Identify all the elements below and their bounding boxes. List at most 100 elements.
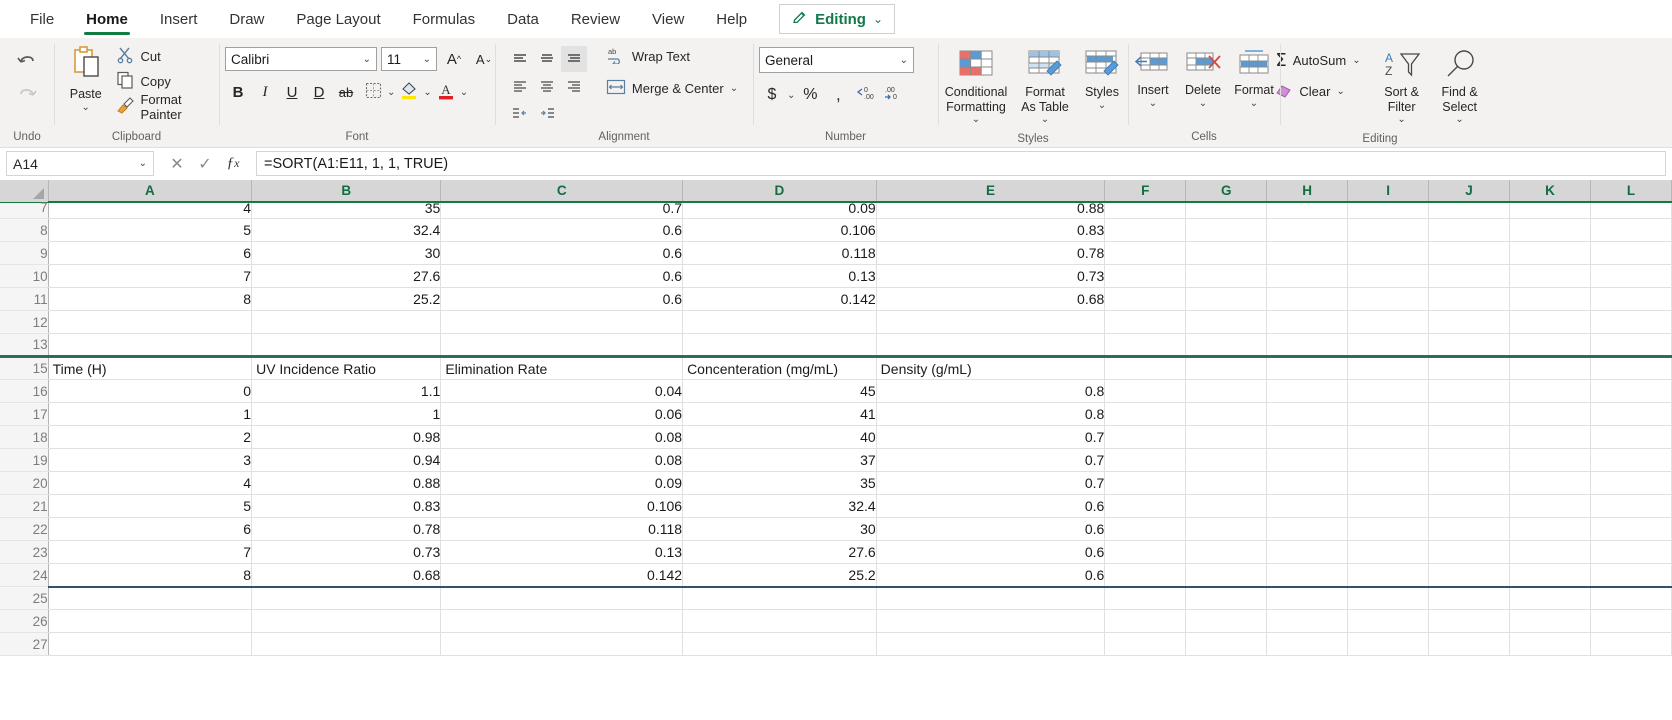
sheet-cell[interactable]: 1 bbox=[251, 402, 442, 426]
sheet-cell[interactable]: 0.6 bbox=[440, 241, 684, 265]
sheet-cell[interactable]: UV Incidence Ratio bbox=[251, 355, 442, 380]
sheet-cell[interactable]: 0.08 bbox=[440, 425, 684, 449]
find-select-button[interactable]: Find & Select ⌄ bbox=[1432, 46, 1488, 129]
sheet-cell-empty[interactable] bbox=[1104, 355, 1187, 380]
sheet-cell-empty[interactable] bbox=[251, 586, 442, 610]
sheet-cell-empty[interactable] bbox=[1104, 540, 1187, 564]
sheet-cell-empty[interactable] bbox=[1428, 563, 1510, 588]
sheet-cell-empty[interactable] bbox=[1104, 448, 1187, 472]
sheet-cell-empty[interactable] bbox=[1590, 241, 1672, 265]
row-header[interactable]: 25 bbox=[0, 586, 49, 610]
sheet-cell-empty[interactable] bbox=[1509, 517, 1591, 541]
sheet-cell-empty[interactable] bbox=[1590, 264, 1672, 288]
sheet-cell[interactable]: 4 bbox=[48, 201, 253, 219]
sheet-cell[interactable]: 0.142 bbox=[440, 563, 684, 588]
sheet-cell-empty[interactable] bbox=[1509, 494, 1591, 518]
sheet-cell-empty[interactable] bbox=[682, 632, 877, 656]
sheet-cell[interactable]: 37 bbox=[682, 448, 877, 472]
select-all-corner[interactable] bbox=[0, 180, 49, 203]
sheet-cell-empty[interactable] bbox=[1266, 563, 1349, 588]
sheet-cell-empty[interactable] bbox=[1428, 448, 1510, 472]
chevron-down-icon[interactable]: ⌄ bbox=[1397, 114, 1405, 126]
sheet-cell-empty[interactable] bbox=[440, 586, 684, 610]
tab-insert[interactable]: Insert bbox=[144, 0, 214, 38]
row-header[interactable]: 18 bbox=[0, 425, 49, 449]
sheet-cell-empty[interactable] bbox=[1347, 563, 1430, 588]
sheet-cell-empty[interactable] bbox=[1266, 241, 1349, 265]
sheet-cell-empty[interactable] bbox=[1185, 425, 1268, 449]
column-header-b[interactable]: B bbox=[251, 180, 442, 203]
merge-center-button[interactable]: Merge & Center ⌄ bbox=[603, 76, 741, 101]
sheet-cell[interactable]: 0.8 bbox=[876, 402, 1106, 426]
sheet-cell[interactable]: 0.73 bbox=[876, 264, 1106, 288]
increase-decimal-button[interactable]: 0.00 bbox=[853, 82, 879, 108]
sheet-cell-empty[interactable] bbox=[1185, 609, 1268, 633]
column-header-e[interactable]: E bbox=[876, 180, 1106, 203]
sheet-cell-empty[interactable] bbox=[1509, 287, 1591, 311]
row-header[interactable]: 13 bbox=[0, 333, 49, 357]
sheet-cell-empty[interactable] bbox=[876, 586, 1106, 610]
sheet-cell-empty[interactable] bbox=[1428, 494, 1510, 518]
sheet-cell[interactable]: 1 bbox=[48, 402, 253, 426]
sheet-cell[interactable]: 27.6 bbox=[251, 264, 442, 288]
row-header[interactable]: 20 bbox=[0, 471, 49, 495]
sheet-cell-empty[interactable] bbox=[1347, 632, 1430, 656]
sheet-cell-empty[interactable] bbox=[1590, 402, 1672, 426]
sheet-cell[interactable]: 30 bbox=[682, 517, 877, 541]
sheet-cell[interactable]: 0.6 bbox=[440, 218, 684, 242]
sheet-cell-empty[interactable] bbox=[1347, 402, 1430, 426]
sheet-cell[interactable]: 0.7 bbox=[876, 425, 1106, 449]
sheet-cell-empty[interactable] bbox=[682, 609, 877, 633]
sheet-cell[interactable]: 0.106 bbox=[682, 218, 877, 242]
sheet-cell-empty[interactable] bbox=[1266, 379, 1349, 403]
sheet-cell[interactable]: 32.4 bbox=[682, 494, 877, 518]
row-header[interactable]: 12 bbox=[0, 310, 49, 334]
double-underline-button[interactable]: D bbox=[306, 79, 332, 105]
insert-cells-button[interactable]: Insert ⌄ bbox=[1129, 44, 1177, 112]
sheet-cell-empty[interactable] bbox=[1347, 218, 1430, 242]
sheet-cell-empty[interactable] bbox=[1590, 632, 1672, 656]
sheet-cell-empty[interactable] bbox=[1428, 310, 1510, 334]
sheet-cell[interactable]: 0.6 bbox=[440, 287, 684, 311]
sheet-cell-empty[interactable] bbox=[1347, 517, 1430, 541]
row-header[interactable]: 24 bbox=[0, 563, 49, 587]
sheet-cell-empty[interactable] bbox=[1590, 609, 1672, 633]
sheet-cell-empty[interactable] bbox=[251, 333, 442, 357]
sheet-cell-empty[interactable] bbox=[1185, 355, 1268, 380]
sheet-cell-empty[interactable] bbox=[1347, 264, 1430, 288]
sheet-cell-empty[interactable] bbox=[1104, 563, 1187, 588]
sheet-cell[interactable]: 0.08 bbox=[440, 448, 684, 472]
sheet-cell-empty[interactable] bbox=[1185, 494, 1268, 518]
sheet-cell-empty[interactable] bbox=[1266, 402, 1349, 426]
sheet-cell-empty[interactable] bbox=[1590, 471, 1672, 495]
cancel-x-icon[interactable]: ✕ bbox=[164, 154, 190, 174]
sheet-cell[interactable]: 0.8 bbox=[876, 379, 1106, 403]
sheet-cell-empty[interactable] bbox=[1509, 355, 1591, 380]
sheet-cell-empty[interactable] bbox=[1266, 586, 1349, 610]
sheet-cell-empty[interactable] bbox=[1509, 402, 1591, 426]
sheet-cell-empty[interactable] bbox=[1509, 333, 1591, 357]
confirm-check-icon[interactable]: ✓ bbox=[192, 154, 218, 174]
redo-arrow-icon[interactable] bbox=[15, 83, 39, 110]
sheet-cell[interactable]: Density (g/mL) bbox=[876, 355, 1106, 380]
sheet-cell[interactable]: 0.6 bbox=[876, 540, 1106, 564]
sheet-cell-empty[interactable] bbox=[440, 609, 684, 633]
sheet-cell-empty[interactable] bbox=[1347, 287, 1430, 311]
row-header[interactable]: 23 bbox=[0, 540, 49, 564]
sheet-cell-empty[interactable] bbox=[1347, 333, 1430, 357]
column-header-l[interactable]: L bbox=[1590, 180, 1672, 203]
sheet-cell-empty[interactable] bbox=[1590, 333, 1672, 357]
sheet-cell-empty[interactable] bbox=[1185, 471, 1268, 495]
sheet-cell-empty[interactable] bbox=[1104, 264, 1187, 288]
chevron-down-icon[interactable]: ⌄ bbox=[139, 158, 147, 169]
tab-data[interactable]: Data bbox=[491, 0, 555, 38]
sheet-cell-empty[interactable] bbox=[1185, 448, 1268, 472]
sheet-cell[interactable]: 35 bbox=[682, 471, 877, 495]
sheet-cell-empty[interactable] bbox=[1590, 448, 1672, 472]
sheet-cell-empty[interactable] bbox=[682, 310, 877, 334]
currency-format-button[interactable]: $ bbox=[759, 82, 785, 108]
sheet-cell-empty[interactable] bbox=[1347, 355, 1430, 380]
sheet-cell[interactable]: 0.6 bbox=[876, 517, 1106, 541]
sheet-cell-empty[interactable] bbox=[48, 586, 253, 610]
column-header-h[interactable]: H bbox=[1266, 180, 1349, 203]
